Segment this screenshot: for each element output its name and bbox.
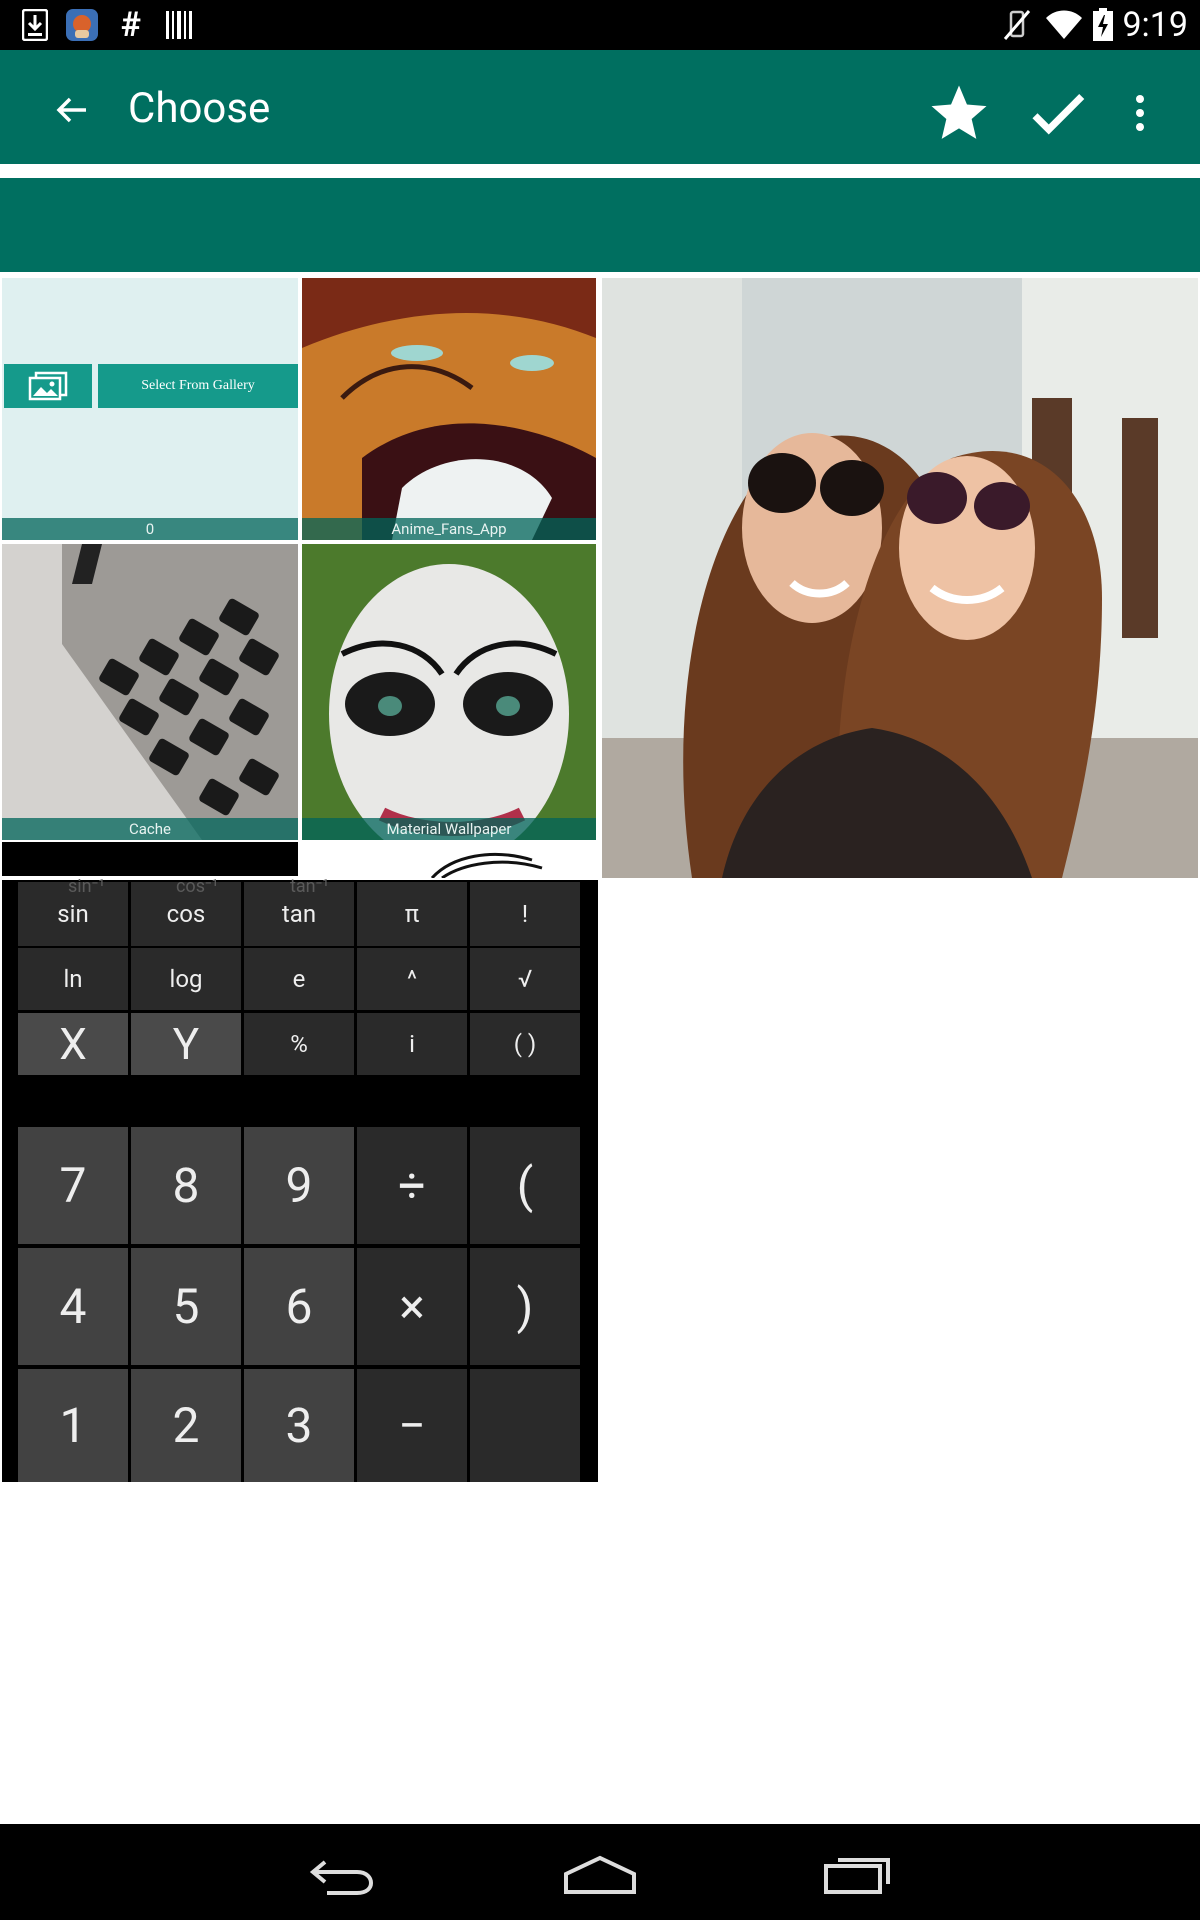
partial-tile	[2, 842, 298, 876]
calc-key-alt-label: sin⁻¹	[68, 876, 105, 897]
calc-key-label: 7	[59, 1157, 87, 1214]
partial-tile-drawing	[302, 842, 596, 880]
back-arrow-icon[interactable]	[42, 80, 102, 140]
calc-key-label: 4	[59, 1278, 87, 1335]
calc-key-label: 3	[285, 1397, 313, 1454]
recents-nav-icon[interactable]	[808, 1844, 908, 1904]
calc-key-label: ×	[399, 1278, 425, 1335]
calc-key-label: (	[516, 1157, 534, 1214]
calculator-keypad: sin cos tan π ! sin⁻¹ cos⁻¹ tan⁻¹ ln log…	[2, 876, 598, 1482]
calc-key-x[interactable]: X	[18, 1013, 128, 1075]
calc-key-divide[interactable]: ÷	[357, 1127, 467, 1244]
divider	[0, 164, 1200, 178]
vibrate-muted-icon	[1000, 8, 1034, 42]
calc-key-label: ÷	[398, 1157, 426, 1214]
calc-key-ln[interactable]: ln	[18, 948, 128, 1010]
calc-key-label: π	[404, 900, 420, 928]
back-nav-icon[interactable]	[292, 1844, 392, 1904]
calc-key-5[interactable]: 5	[131, 1248, 241, 1365]
gallery-icon[interactable]	[4, 364, 92, 408]
calc-key-multiply[interactable]: ×	[357, 1248, 467, 1365]
calc-key-label: ^	[406, 965, 418, 993]
calc-key-sqrt[interactable]: √	[470, 948, 580, 1010]
page-title: Choose	[128, 84, 271, 133]
image-tile-cache[interactable]: Cache	[2, 544, 298, 840]
image-tile-photo[interactable]	[602, 278, 1198, 878]
calc-key-label: 1	[59, 1397, 87, 1454]
calc-key-open-paren[interactable]: (	[470, 1127, 580, 1244]
clock: 9:19	[1122, 5, 1188, 45]
calc-key-label: −	[398, 1397, 426, 1454]
calc-key-label: Y	[172, 1018, 200, 1070]
joker-thumbnail	[302, 544, 596, 840]
home-nav-icon[interactable]	[550, 1844, 650, 1904]
calc-key-close-paren[interactable]: )	[470, 1248, 580, 1365]
wifi-icon	[1044, 8, 1084, 42]
calc-key-label: e	[292, 965, 306, 993]
gallery-picker-tile[interactable]: Select From Gallery 0	[2, 278, 298, 540]
calc-key-alt-label: cos⁻¹	[176, 876, 219, 897]
app-toolbar: Choose	[0, 50, 1200, 164]
calc-key-6[interactable]: 6	[244, 1248, 354, 1365]
calc-key-label: √	[517, 965, 533, 993]
calc-key-label: X	[59, 1018, 87, 1070]
photo-thumbnail	[602, 278, 1198, 878]
calc-key-label: !	[521, 900, 529, 928]
calc-key-9[interactable]: 9	[244, 1127, 354, 1244]
status-bar: # 9:19	[0, 0, 1200, 50]
calc-key-2[interactable]: 2	[131, 1369, 241, 1482]
calc-key-label: log	[169, 965, 203, 993]
calc-key-8[interactable]: 8	[131, 1127, 241, 1244]
calc-key-e[interactable]: e	[244, 948, 354, 1010]
calc-key-label: cos	[166, 900, 206, 928]
calc-key-label: )	[516, 1278, 534, 1335]
calc-key-label: %	[290, 1030, 308, 1058]
calc-key-percent[interactable]: %	[244, 1013, 354, 1075]
star-icon[interactable]	[926, 80, 992, 146]
calc-key-label: ( )	[513, 1030, 537, 1058]
calc-key-7[interactable]: 7	[18, 1127, 128, 1244]
calc-key-blank[interactable]	[470, 1369, 580, 1482]
calc-key-label: 2	[172, 1397, 200, 1454]
calc-key-label: tan	[281, 900, 317, 928]
calc-key-parens[interactable]: ( )	[470, 1013, 580, 1075]
app-notification-icon	[64, 8, 100, 42]
calc-key-4[interactable]: 4	[18, 1248, 128, 1365]
keyboard-thumbnail	[2, 544, 298, 840]
tile-caption: Material Wallpaper	[302, 818, 596, 840]
download-icon	[20, 8, 50, 42]
calc-key-label: 6	[285, 1278, 313, 1335]
calc-key-factorial[interactable]: !	[470, 882, 580, 946]
calc-key-label: sin	[57, 900, 89, 928]
tile-caption: Cache	[2, 818, 298, 840]
calc-key-i[interactable]: i	[357, 1013, 467, 1075]
more-vert-icon[interactable]	[1118, 80, 1162, 146]
check-icon[interactable]	[1024, 80, 1090, 146]
calc-key-1[interactable]: 1	[18, 1369, 128, 1482]
tile-caption: Anime_Fans_App	[302, 518, 596, 540]
calc-key-label: 5	[172, 1278, 200, 1335]
calc-key-pi[interactable]: π	[357, 882, 467, 946]
barcode-icon	[164, 8, 194, 42]
calc-key-alt-label: tan⁻¹	[290, 876, 329, 897]
image-tile-anime[interactable]: Anime_Fans_App	[302, 278, 596, 540]
battery-charging-icon	[1090, 8, 1116, 42]
calc-key-log[interactable]: log	[131, 948, 241, 1010]
calc-key-minus[interactable]: −	[357, 1369, 467, 1482]
select-from-gallery-button[interactable]: Select From Gallery	[98, 364, 298, 408]
calc-key-label: ln	[63, 965, 83, 993]
calc-key-label: 8	[172, 1157, 200, 1214]
tile-caption: 0	[2, 518, 298, 540]
navigation-bar	[0, 1824, 1200, 1920]
image-tile-material-wallpaper[interactable]: Material Wallpaper	[302, 544, 596, 840]
calc-key-label: i	[409, 1030, 415, 1058]
hashtag-icon: #	[120, 5, 142, 45]
header-band	[0, 178, 1200, 272]
calc-key-power[interactable]: ^	[357, 948, 467, 1010]
anime-thumbnail	[302, 278, 596, 540]
calc-key-3[interactable]: 3	[244, 1369, 354, 1482]
calc-key-y[interactable]: Y	[131, 1013, 241, 1075]
calc-key-label: 9	[285, 1157, 313, 1214]
